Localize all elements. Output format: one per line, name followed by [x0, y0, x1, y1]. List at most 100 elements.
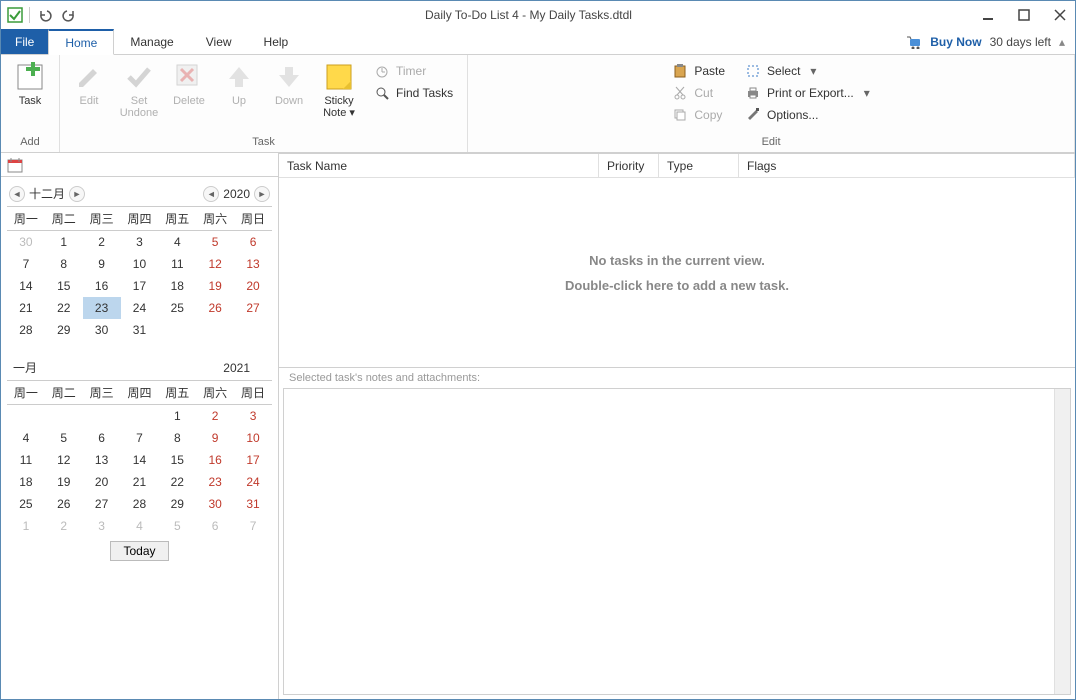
add-task-button[interactable]: Task [7, 59, 53, 109]
calendar-day[interactable]: 7 [7, 253, 45, 275]
calendar-day[interactable]: 14 [121, 449, 159, 471]
options-button[interactable]: Options... [741, 105, 874, 125]
calendar-day[interactable]: 10 [234, 427, 272, 449]
maximize-button[interactable] [1015, 6, 1033, 24]
calendar-day[interactable]: 5 [196, 231, 234, 254]
calendar-day[interactable]: 5 [45, 427, 83, 449]
calendar-day[interactable]: 7 [234, 515, 272, 537]
calendar-day[interactable]: 22 [45, 297, 83, 319]
calendar-day[interactable]: 13 [234, 253, 272, 275]
calendar-day[interactable] [45, 405, 83, 428]
edit-button[interactable]: Edit [66, 59, 112, 109]
paste-button[interactable]: Paste [668, 61, 729, 81]
calendar-day[interactable]: 27 [234, 297, 272, 319]
buy-now-link[interactable]: Buy Now [930, 35, 981, 49]
calendar-day[interactable]: 13 [83, 449, 121, 471]
calendar-day[interactable]: 1 [45, 231, 83, 254]
cut-button[interactable]: Cut [668, 83, 729, 103]
calendar-day[interactable] [196, 319, 234, 341]
calendar-day[interactable]: 30 [7, 231, 45, 254]
calendar-day[interactable]: 19 [196, 275, 234, 297]
calendar-day[interactable]: 23 [196, 471, 234, 493]
calendar-day[interactable]: 29 [45, 319, 83, 341]
calendar-day[interactable] [158, 319, 196, 341]
calendar-day[interactable] [234, 319, 272, 341]
notes-area[interactable] [283, 388, 1071, 695]
calendar-day[interactable]: 18 [158, 275, 196, 297]
calendar-day[interactable]: 6 [234, 231, 272, 254]
calendar-day[interactable]: 2 [83, 231, 121, 254]
calendar-day[interactable]: 6 [83, 427, 121, 449]
prev-month-button[interactable]: ◄ [9, 186, 25, 202]
calendar-day[interactable]: 24 [121, 297, 159, 319]
calendar-day[interactable]: 2 [196, 405, 234, 428]
close-button[interactable] [1051, 6, 1069, 24]
undo-button[interactable] [36, 6, 54, 24]
calendar-day[interactable]: 25 [158, 297, 196, 319]
calendar-day[interactable]: 9 [196, 427, 234, 449]
calendar-day[interactable]: 23 [83, 297, 121, 319]
calendar-day[interactable]: 14 [7, 275, 45, 297]
next-year-button[interactable]: ► [254, 186, 270, 202]
calendar-day[interactable]: 20 [234, 275, 272, 297]
calendar-day[interactable]: 1 [158, 405, 196, 428]
calendar-day[interactable]: 11 [158, 253, 196, 275]
col-priority[interactable]: Priority [599, 154, 659, 177]
calendar-day[interactable]: 17 [234, 449, 272, 471]
calendar-day[interactable] [7, 405, 45, 428]
calendar-day[interactable]: 22 [158, 471, 196, 493]
down-button[interactable]: Down [266, 59, 312, 109]
file-menu[interactable]: File [1, 29, 48, 54]
calendar-day[interactable] [121, 405, 159, 428]
set-undone-button[interactable]: Set Undone [116, 59, 162, 121]
calendar-day[interactable]: 26 [196, 297, 234, 319]
col-type[interactable]: Type [659, 154, 739, 177]
calendar-day[interactable]: 17 [121, 275, 159, 297]
tab-manage[interactable]: Manage [114, 29, 189, 54]
today-button[interactable]: Today [110, 541, 168, 561]
calendar-day[interactable]: 15 [45, 275, 83, 297]
calendar-day[interactable]: 26 [45, 493, 83, 515]
calendar-day[interactable]: 20 [83, 471, 121, 493]
calendar-day[interactable]: 6 [196, 515, 234, 537]
minimize-button[interactable] [979, 6, 997, 24]
tab-help[interactable]: Help [248, 29, 305, 54]
delete-button[interactable]: Delete [166, 59, 212, 109]
sticky-note-button[interactable]: Sticky Note ▾ [316, 59, 362, 121]
calendar-day[interactable]: 12 [196, 253, 234, 275]
timer-button[interactable]: Timer [370, 61, 457, 81]
prev-year-button[interactable]: ◄ [203, 186, 219, 202]
calendar-day[interactable]: 5 [158, 515, 196, 537]
empty-task-message[interactable]: No tasks in the current view. Double-cli… [279, 178, 1075, 367]
calendar-day[interactable]: 29 [158, 493, 196, 515]
calendar-day[interactable]: 19 [45, 471, 83, 493]
calendar-tab-icon[interactable] [7, 157, 23, 173]
col-task-name[interactable]: Task Name [279, 154, 599, 177]
redo-button[interactable] [60, 6, 78, 24]
calendar-day[interactable]: 28 [7, 319, 45, 341]
calendar-day[interactable]: 11 [7, 449, 45, 471]
calendar-day[interactable]: 12 [45, 449, 83, 471]
calendar-day[interactable]: 8 [158, 427, 196, 449]
tab-view[interactable]: View [190, 29, 248, 54]
select-button[interactable]: Select▾ [741, 61, 874, 81]
calendar-day[interactable]: 4 [121, 515, 159, 537]
collapse-ribbon-icon[interactable]: ▴ [1059, 35, 1065, 49]
calendar-day[interactable]: 31 [234, 493, 272, 515]
calendar-day[interactable]: 9 [83, 253, 121, 275]
calendar-grid[interactable]: 周一周二周三周四周五周六周日30123456789101112131415161… [7, 206, 272, 341]
calendar-day[interactable]: 4 [158, 231, 196, 254]
scrollbar[interactable] [1054, 389, 1070, 694]
print-export-button[interactable]: Print or Export...▾ [741, 83, 874, 103]
calendar-day[interactable]: 30 [83, 319, 121, 341]
calendar-day[interactable]: 2 [45, 515, 83, 537]
calendar-day[interactable]: 21 [7, 297, 45, 319]
tab-home[interactable]: Home [48, 29, 114, 55]
calendar-day[interactable]: 27 [83, 493, 121, 515]
calendar-day[interactable]: 15 [158, 449, 196, 471]
calendar-day[interactable]: 3 [234, 405, 272, 428]
calendar-day[interactable]: 30 [196, 493, 234, 515]
col-flags[interactable]: Flags [739, 154, 1075, 177]
calendar-day[interactable]: 16 [83, 275, 121, 297]
calendar-day[interactable]: 3 [121, 231, 159, 254]
